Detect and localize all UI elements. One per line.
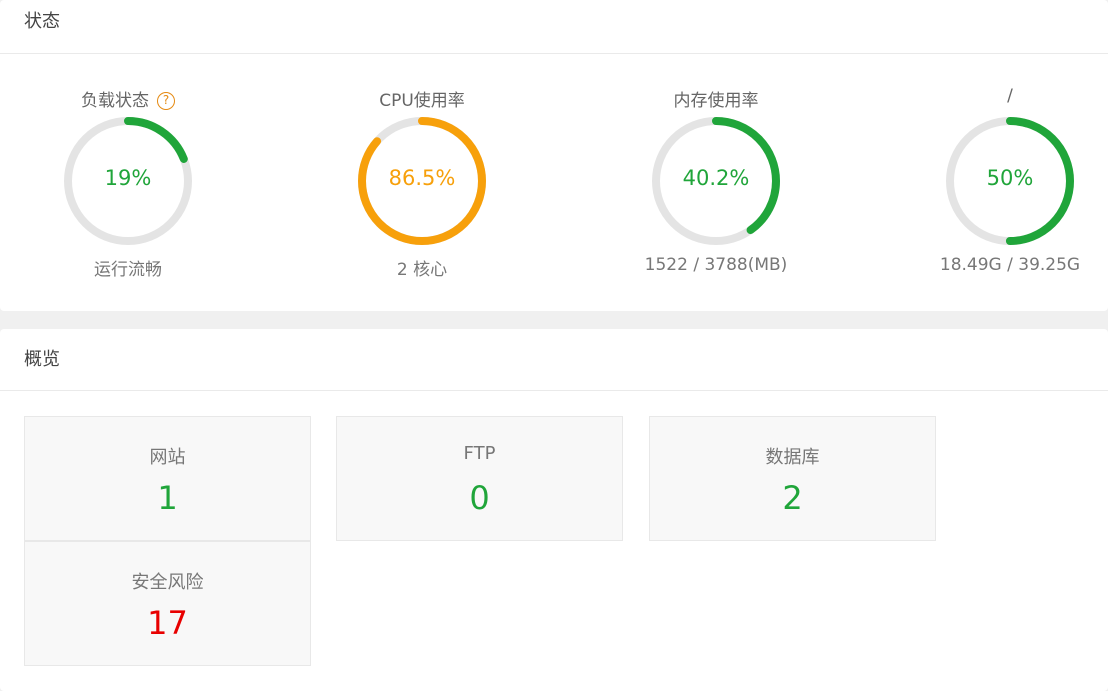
memory-usage-text: 1522 / 3788(MB) bbox=[644, 255, 788, 275]
security-risk-tile[interactable]: 安全风险 17 bbox=[24, 541, 311, 666]
disk-gauge[interactable]: / 50% 18.49G / 39.25G bbox=[910, 86, 1108, 286]
databases-label: 数据库 bbox=[765, 447, 820, 468]
ftp-count[interactable]: 0 bbox=[337, 479, 622, 517]
memory-value: 40.2% bbox=[682, 166, 750, 190]
status-panel: 状态 负载状态? 19% 运行流畅 CPU使用率 86.5% 2 核心 内存使用… bbox=[0, 0, 1108, 311]
security-risk-label: 安全风险 bbox=[131, 572, 204, 593]
disk-value: 50% bbox=[986, 166, 1034, 190]
disk-gauge-title: / bbox=[1007, 86, 1013, 106]
overview-panel: 概览 网站 1 FTP 0 数据库 2 安全风险 17 bbox=[0, 329, 1108, 691]
databases-count[interactable]: 2 bbox=[650, 479, 935, 517]
cpu-cores-text: 2 核心 bbox=[396, 260, 448, 280]
memory-gauge[interactable]: 内存使用率 40.2% 1522 / 3788(MB) bbox=[616, 86, 816, 286]
status-title: 状态 bbox=[0, 0, 1108, 54]
load-gauge-title: 负载状态? bbox=[28, 86, 228, 111]
security-risk-count[interactable]: 17 bbox=[25, 604, 310, 642]
websites-tile[interactable]: 网站 1 bbox=[24, 416, 311, 541]
cpu-gauge[interactable]: CPU使用率 86.5% 2 核心 bbox=[322, 86, 522, 286]
cpu-gauge-title: CPU使用率 bbox=[379, 91, 465, 111]
memory-gauge-title: 内存使用率 bbox=[673, 91, 759, 111]
websites-label: 网站 bbox=[149, 447, 186, 468]
databases-tile[interactable]: 数据库 2 bbox=[649, 416, 936, 541]
ftp-tile[interactable]: FTP 0 bbox=[336, 416, 623, 541]
overview-title: 概览 bbox=[0, 329, 1108, 391]
load-status-text: 运行流畅 bbox=[94, 260, 162, 280]
question-circle-icon[interactable]: ? bbox=[157, 92, 175, 110]
websites-count[interactable]: 1 bbox=[25, 479, 310, 517]
load-gauge[interactable]: 负载状态? 19% 运行流畅 bbox=[28, 86, 228, 286]
load-value: 19% bbox=[104, 166, 152, 190]
disk-usage-text: 18.49G / 39.25G bbox=[939, 255, 1081, 275]
ftp-label: FTP bbox=[463, 443, 496, 464]
cpu-value: 86.5% bbox=[388, 166, 456, 190]
